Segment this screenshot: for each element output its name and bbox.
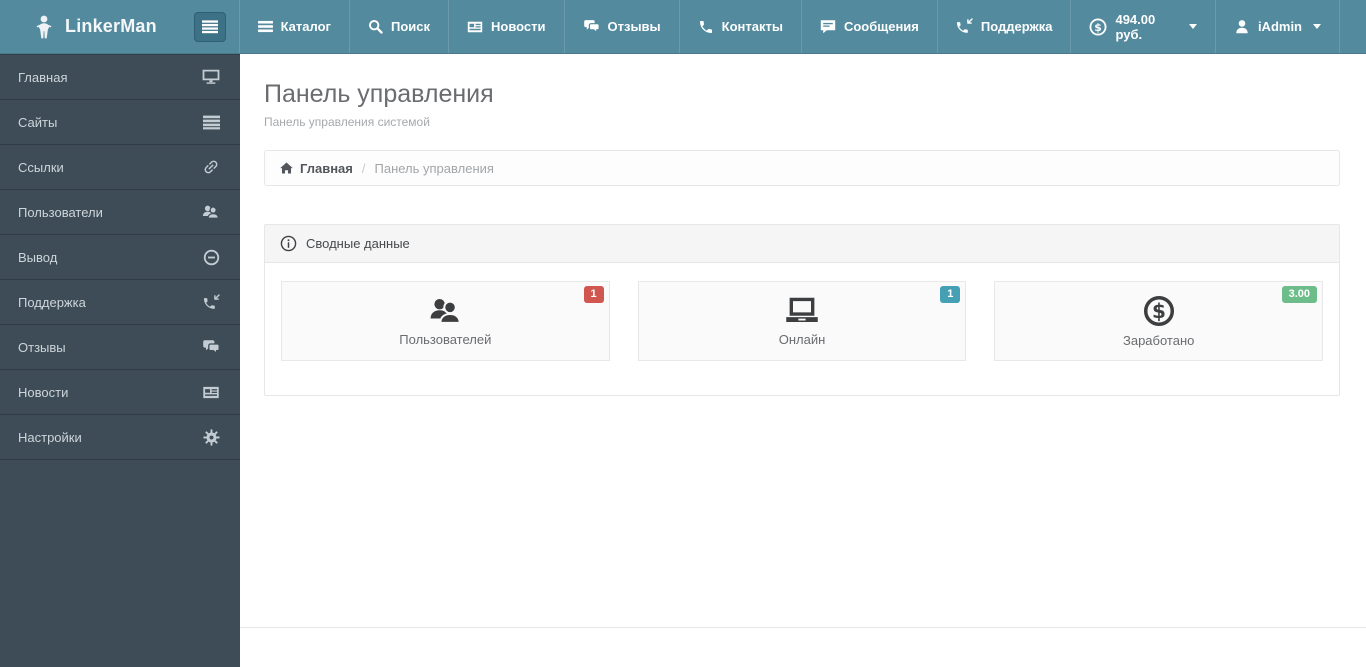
nav-item-podderzhka[interactable]: Поддержка (936, 0, 1071, 53)
sidebar-item-label: Вывод (18, 249, 58, 265)
phone-incoming-icon (203, 293, 220, 311)
nav-item-label: Контакты (721, 19, 783, 34)
gear-icon (203, 428, 220, 446)
sidebar-item-glavnaya[interactable]: Главная (0, 55, 240, 100)
status-badge: 3.00 (1281, 286, 1318, 303)
main-content: Панель управления Панель управления сист… (240, 54, 1366, 667)
newspaper-icon (467, 20, 483, 34)
breadcrumb: Главная / Панель управления (264, 150, 1340, 186)
nav-item-katalog[interactable]: Каталог (238, 0, 349, 53)
balance-value: 494.00 руб. (1115, 11, 1156, 42)
brand-name: LinkerMan (65, 16, 157, 36)
search-icon (368, 19, 383, 34)
comments-icon (202, 339, 220, 355)
dollar-circle-icon: $ (1143, 295, 1175, 327)
nav-item-kontakty[interactable]: Контакты (678, 0, 801, 53)
status-badge: 1 (583, 286, 604, 303)
svg-text:$: $ (1095, 20, 1103, 33)
minus-circle-icon (203, 249, 220, 266)
user-name: iAdmin (1257, 19, 1302, 34)
menu-lines-icon (203, 115, 220, 130)
sidebar-item-label: Настройки (18, 429, 82, 445)
stat-card-users[interactable]: 1 Пользователей (281, 281, 610, 361)
monitor-icon (202, 69, 220, 85)
summary-panel: Сводные данные 1 Пользователей 1 Онлайн … (264, 224, 1340, 396)
newspaper-icon (202, 385, 220, 400)
nav-item-soobshcheniya[interactable]: Сообщения (800, 0, 937, 53)
stat-card-label: Онлайн (778, 331, 826, 347)
page-subtitle: Панель управления системой (264, 115, 430, 129)
sidebar-item-label: Главная (18, 69, 68, 85)
stat-card-online[interactable]: 1 Онлайн (637, 281, 967, 361)
nav-item-label: Каталог (280, 19, 331, 34)
sidebar-item-ssylki[interactable]: Ссылки (0, 145, 240, 190)
brand[interactable]: LinkerMan (0, 0, 239, 53)
nav-item-label: Сообщения (843, 19, 919, 34)
user-icon (1234, 19, 1250, 35)
caret-down-icon (1313, 24, 1321, 29)
summary-panel-header: Сводные данные (265, 225, 1339, 263)
stat-card-earned[interactable]: 3.00 $ Заработано (994, 281, 1324, 361)
breadcrumb-separator: / (361, 160, 366, 176)
status-badge: 1 (940, 286, 961, 303)
nav-item-label: Поиск (390, 19, 430, 34)
footer-divider (240, 627, 1366, 628)
users-icon (427, 296, 463, 326)
hamburger-icon (201, 20, 218, 34)
phone-icon (698, 19, 714, 35)
top-navbar: LinkerMan Каталог Поиск Новости Отзывы К… (0, 0, 1366, 54)
sidebar-item-nastroyki[interactable]: Настройки (0, 415, 240, 460)
sidebar-item-vyvod[interactable]: Вывод (0, 235, 240, 280)
nav-balance[interactable]: $ 494.00 руб. (1070, 0, 1214, 53)
nav-user-menu[interactable]: iAdmin (1214, 0, 1340, 53)
sidebar-item-podderzhka[interactable]: Поддержка (0, 280, 240, 325)
info-circle-icon (280, 235, 297, 252)
sidebar-item-novosti[interactable]: Новости (0, 370, 240, 415)
summary-panel-title: Сводные данные (306, 236, 410, 251)
breadcrumb-home-label: Главная (300, 160, 353, 176)
sidebar-item-label: Пользователи (18, 204, 103, 220)
sidebar-item-label: Сайты (18, 114, 58, 130)
breadcrumb-current: Панель управления (374, 160, 494, 176)
sidebar-item-label: Поддержка (18, 294, 86, 310)
page-header: Панель управления Панель управления сист… (264, 80, 1340, 129)
home-icon (280, 162, 293, 174)
link-icon (202, 158, 220, 176)
stat-card-label: Пользователей (399, 331, 492, 347)
sidebar: Главная Сайты Ссылки Пользователи Вывод … (0, 54, 240, 667)
menu-toggle-button[interactable] (193, 12, 226, 42)
laptop-icon (784, 296, 820, 326)
phone-incoming-icon (956, 18, 973, 35)
page-title: Панель управления (264, 80, 494, 108)
summary-panel-body: 1 Пользователей 1 Онлайн 3.00 $ Заработа… (265, 263, 1339, 395)
nav-item-otzyvy[interactable]: Отзывы (563, 0, 679, 53)
users-icon (201, 204, 220, 220)
nav-item-novosti[interactable]: Новости (447, 0, 564, 53)
sidebar-item-label: Новости (18, 384, 69, 400)
nav-item-poisk[interactable]: Поиск (348, 0, 448, 53)
sidebar-item-otzyvy[interactable]: Отзывы (0, 325, 240, 370)
dollar-circle-icon: $ (1089, 18, 1107, 36)
sidebar-item-sayty[interactable]: Сайты (0, 100, 240, 145)
sidebar-item-label: Отзывы (18, 339, 66, 355)
bars-icon (257, 20, 273, 33)
nav-item-label: Новости (490, 19, 546, 34)
sidebar-item-label: Ссылки (18, 159, 64, 175)
caret-down-icon (1188, 24, 1197, 29)
svg-text:$: $ (1152, 299, 1166, 323)
nav-item-label: Отзывы (607, 19, 661, 34)
stat-card-label: Заработано (1122, 332, 1195, 348)
message-icon (820, 19, 836, 34)
comments-icon (583, 19, 600, 34)
nav-item-label: Поддержка (980, 19, 1053, 34)
sidebar-item-polzovateli[interactable]: Пользователи (0, 190, 240, 235)
navbar-menu: Каталог Поиск Новости Отзывы Контакты Со… (238, 0, 1340, 53)
person-figure-icon (32, 14, 56, 40)
breadcrumb-home-link[interactable]: Главная (280, 161, 353, 176)
